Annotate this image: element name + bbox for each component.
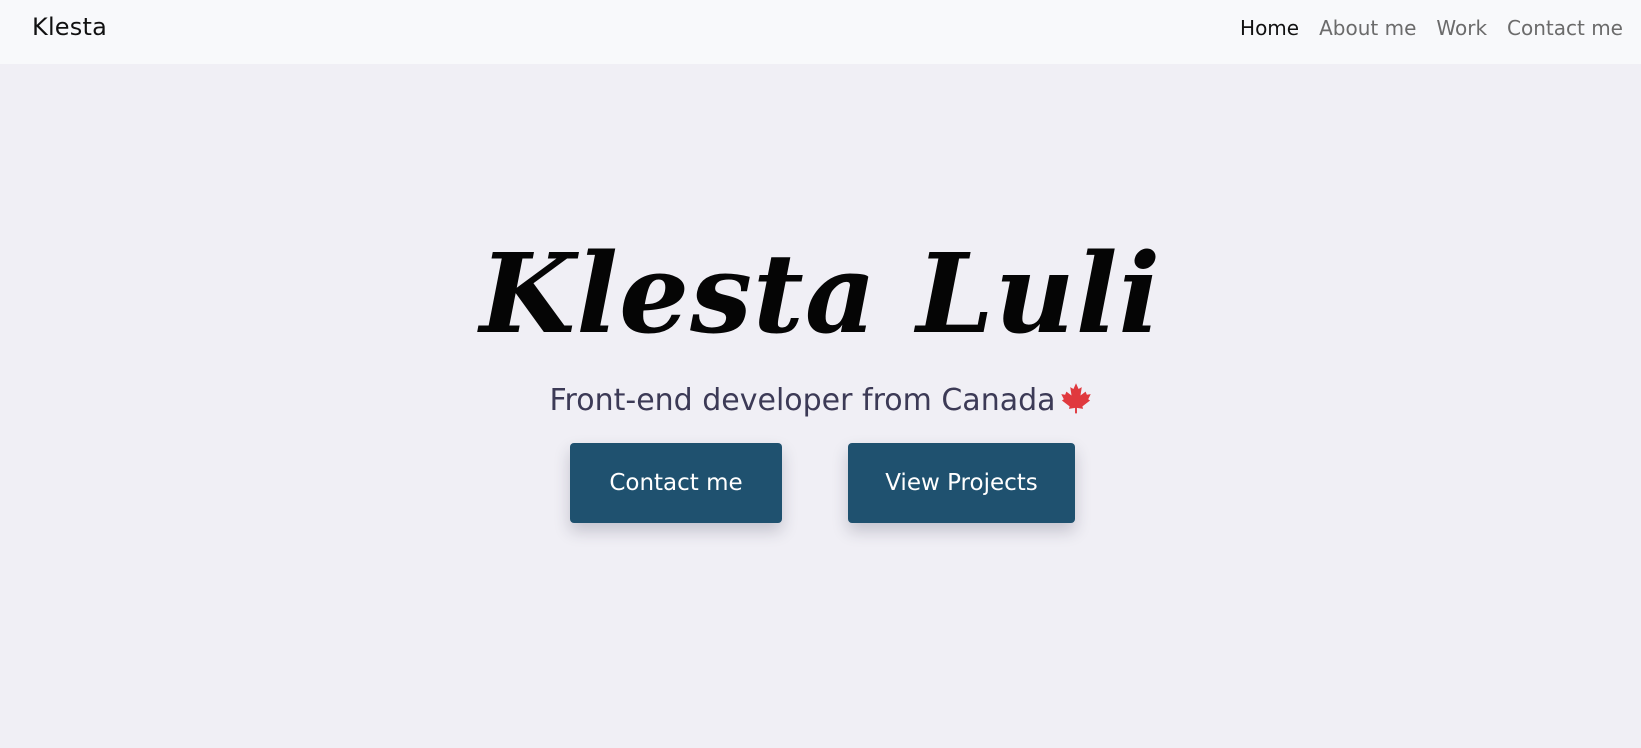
contact-me-button[interactable]: Contact me <box>570 443 782 523</box>
hero-title: Klesta Luli <box>479 229 1162 358</box>
hero-subtitle-text: Front-end developer from Canada <box>549 383 1056 418</box>
nav-link-work[interactable]: Work <box>1436 16 1487 40</box>
hero-section: Klesta Luli Front-end developer from Can… <box>0 64 1641 748</box>
view-projects-button[interactable]: View Projects <box>848 443 1075 523</box>
nav-link-home[interactable]: Home <box>1240 16 1299 40</box>
brand-logo-link[interactable]: Klesta <box>32 13 107 41</box>
hero-subtitle: Front-end developer from Canada <box>0 382 1641 422</box>
maple-leaf-icon <box>1060 382 1092 422</box>
nav-link-about[interactable]: About me <box>1319 16 1416 40</box>
navbar: Klesta Home About me Work Contact me <box>0 0 1641 64</box>
nav-link-contact[interactable]: Contact me <box>1507 16 1623 40</box>
nav-links: Home About me Work Contact me <box>1240 16 1623 40</box>
